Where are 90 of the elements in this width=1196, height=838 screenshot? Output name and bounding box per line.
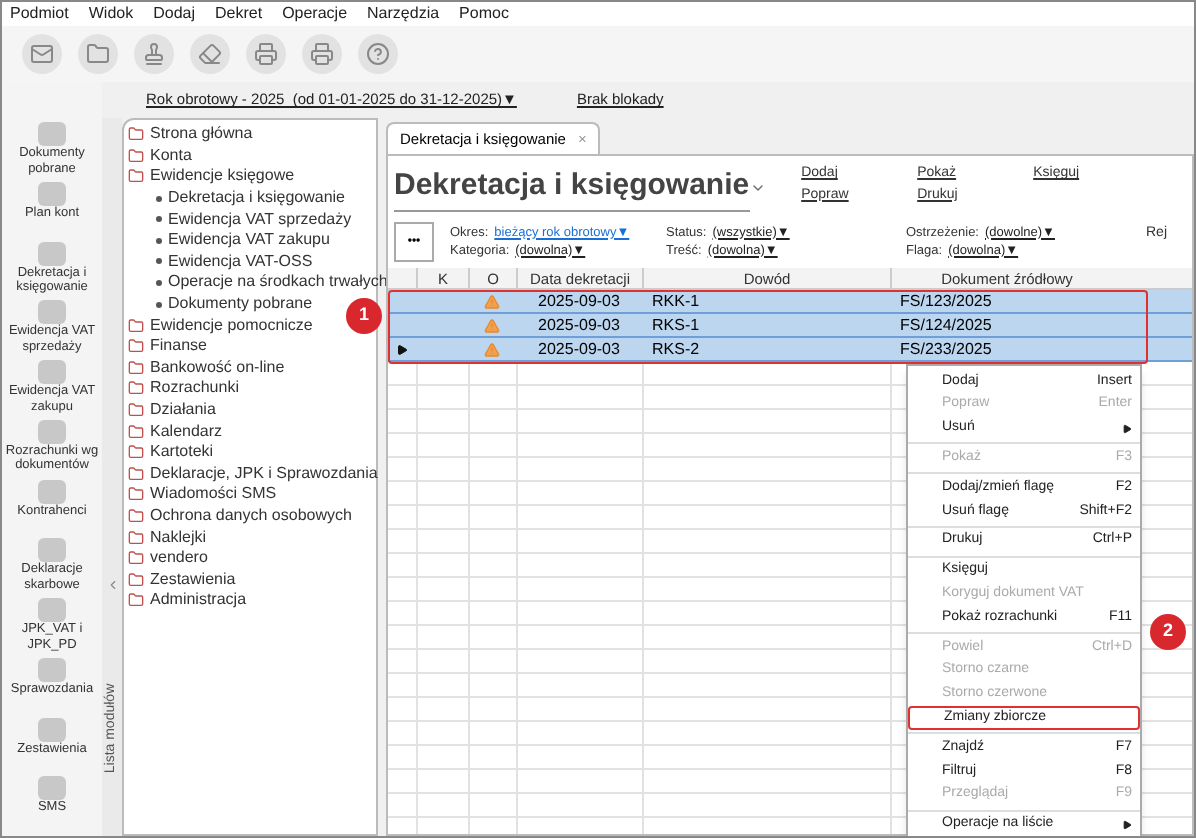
tree-item[interactable]: Rozrachunki: [150, 376, 239, 401]
table-cell-text: FS/124/2025: [898, 313, 994, 337]
module-icon[interactable]: [38, 241, 66, 265]
folder-icon: [128, 338, 144, 355]
tree-item[interactable]: Bankowość on-line: [150, 355, 285, 380]
tree-item[interactable]: Operacje na środkach trwałych: [168, 270, 388, 295]
table-cell-text: FS/233/2025: [898, 337, 994, 361]
printer-icon[interactable]: [302, 34, 342, 74]
tree-item[interactable]: Naklejki: [150, 525, 207, 550]
page-title: Dekretacja i księgowanie: [394, 164, 750, 211]
mail-icon[interactable]: [22, 34, 62, 74]
help-icon[interactable]: [358, 34, 398, 74]
table-cell-text: 2025-09-03: [536, 289, 622, 313]
stamp-icon[interactable]: [134, 34, 174, 74]
bullet-icon: [156, 216, 162, 223]
printer-icon[interactable]: [246, 34, 286, 74]
table-cell-text: RKS-1: [650, 313, 702, 337]
folder-icon: [128, 529, 144, 546]
tree-item[interactable]: Ewidencje księgowe: [150, 164, 295, 189]
warning-icon: [484, 293, 500, 309]
tree-item[interactable]: Ewidencja VAT zakupu: [168, 228, 330, 253]
module-icon[interactable]: [38, 360, 66, 384]
folder-icon: [128, 592, 144, 609]
module-icon[interactable]: [38, 776, 66, 801]
bullet-icon: [156, 258, 162, 265]
folder-icon[interactable]: [78, 34, 118, 74]
table-row[interactable]: 2025-09-03 RKS-1 FS/124/2025: [388, 314, 1192, 338]
folder-icon: [128, 147, 144, 164]
module-icon[interactable]: [38, 717, 66, 741]
module-icon[interactable]: [38, 538, 66, 563]
tree-item[interactable]: Strona główna: [150, 122, 253, 147]
tree-item[interactable]: Ewidencje pomocnicze: [150, 313, 313, 338]
folder-icon: [128, 380, 144, 397]
tree-item[interactable]: Kartoteki: [150, 440, 214, 465]
warning-icon: [484, 341, 500, 357]
tree-item[interactable]: Ewidencja VAT sprzedaży: [168, 207, 352, 232]
tree-item[interactable]: Finanse: [150, 334, 207, 359]
folder-icon: [128, 126, 144, 143]
module-icon[interactable]: [38, 657, 66, 682]
bullet-icon: [156, 195, 162, 202]
module-icon[interactable]: [38, 181, 66, 206]
folder-icon: [128, 359, 144, 376]
tree-item[interactable]: Kalendarz: [150, 419, 223, 444]
folder-icon: [128, 444, 144, 461]
menu-item[interactable]: Operacje: [282, 2, 348, 26]
bullet-icon: [156, 237, 162, 244]
tree-item[interactable]: Działania: [150, 398, 216, 423]
folder-icon: [128, 486, 144, 503]
menu-item[interactable]: Dodaj: [153, 2, 195, 26]
table-cell-text: FS/123/2025: [898, 289, 994, 313]
tree-item[interactable]: Dokumenty pobrane: [168, 292, 313, 317]
menu-item[interactable]: Podmiot: [10, 2, 69, 26]
menu-item[interactable]: Dekret: [215, 2, 263, 26]
bullet-icon: [156, 301, 162, 308]
table-cell-text: 2025-09-03: [536, 337, 622, 361]
tree-item[interactable]: Dekretacja i księgowanie: [168, 186, 345, 211]
menu-item[interactable]: Pomoc: [459, 2, 509, 26]
chevron-icon[interactable]: [105, 578, 119, 592]
module-icon[interactable]: [38, 122, 66, 146]
menu-item[interactable]: Narzędzia: [367, 2, 440, 26]
module-icon[interactable]: [38, 479, 66, 503]
module-icon[interactable]: [38, 300, 66, 325]
folder-icon: [128, 465, 144, 482]
folder-icon: [128, 402, 144, 419]
table-row[interactable]: 2025-09-03 RKK-1 FS/123/2025: [388, 290, 1192, 314]
folder-icon: [128, 550, 144, 567]
folder-icon: [128, 168, 144, 185]
folder-icon: [128, 317, 144, 334]
folder-icon: [128, 423, 144, 440]
tree-item[interactable]: Deklaracje, JPK i Sprawozdania: [150, 461, 378, 486]
tree-item[interactable]: Zestawienia: [150, 567, 236, 592]
module-icon[interactable]: [38, 598, 66, 622]
tree-item[interactable]: Konta: [150, 143, 192, 168]
table-row[interactable]: 2025-09-03 RKS-2 FS/233/2025: [388, 338, 1192, 362]
folder-icon: [128, 507, 144, 524]
tree-item[interactable]: Wiadomości SMS: [150, 482, 277, 507]
row-pointer-icon: [396, 343, 408, 355]
menu-item[interactable]: Widok: [88, 2, 134, 26]
tree-item[interactable]: Ewidencja VAT-OSS: [168, 249, 313, 274]
eraser-icon[interactable]: [190, 34, 230, 74]
tree-item[interactable]: Ochrona danych osobowych: [150, 503, 352, 528]
bullet-icon: [156, 279, 162, 286]
tree-item[interactable]: vendero: [150, 546, 208, 571]
warning-icon: [484, 317, 500, 333]
table-cell-text: RKS-2: [650, 337, 702, 361]
table-cell-text: 2025-09-03: [536, 313, 622, 337]
module-icon[interactable]: [38, 419, 66, 444]
table-cell-text: RKK-1: [650, 289, 702, 313]
folder-icon: [128, 571, 144, 588]
tree-item[interactable]: Administracja: [150, 588, 247, 613]
